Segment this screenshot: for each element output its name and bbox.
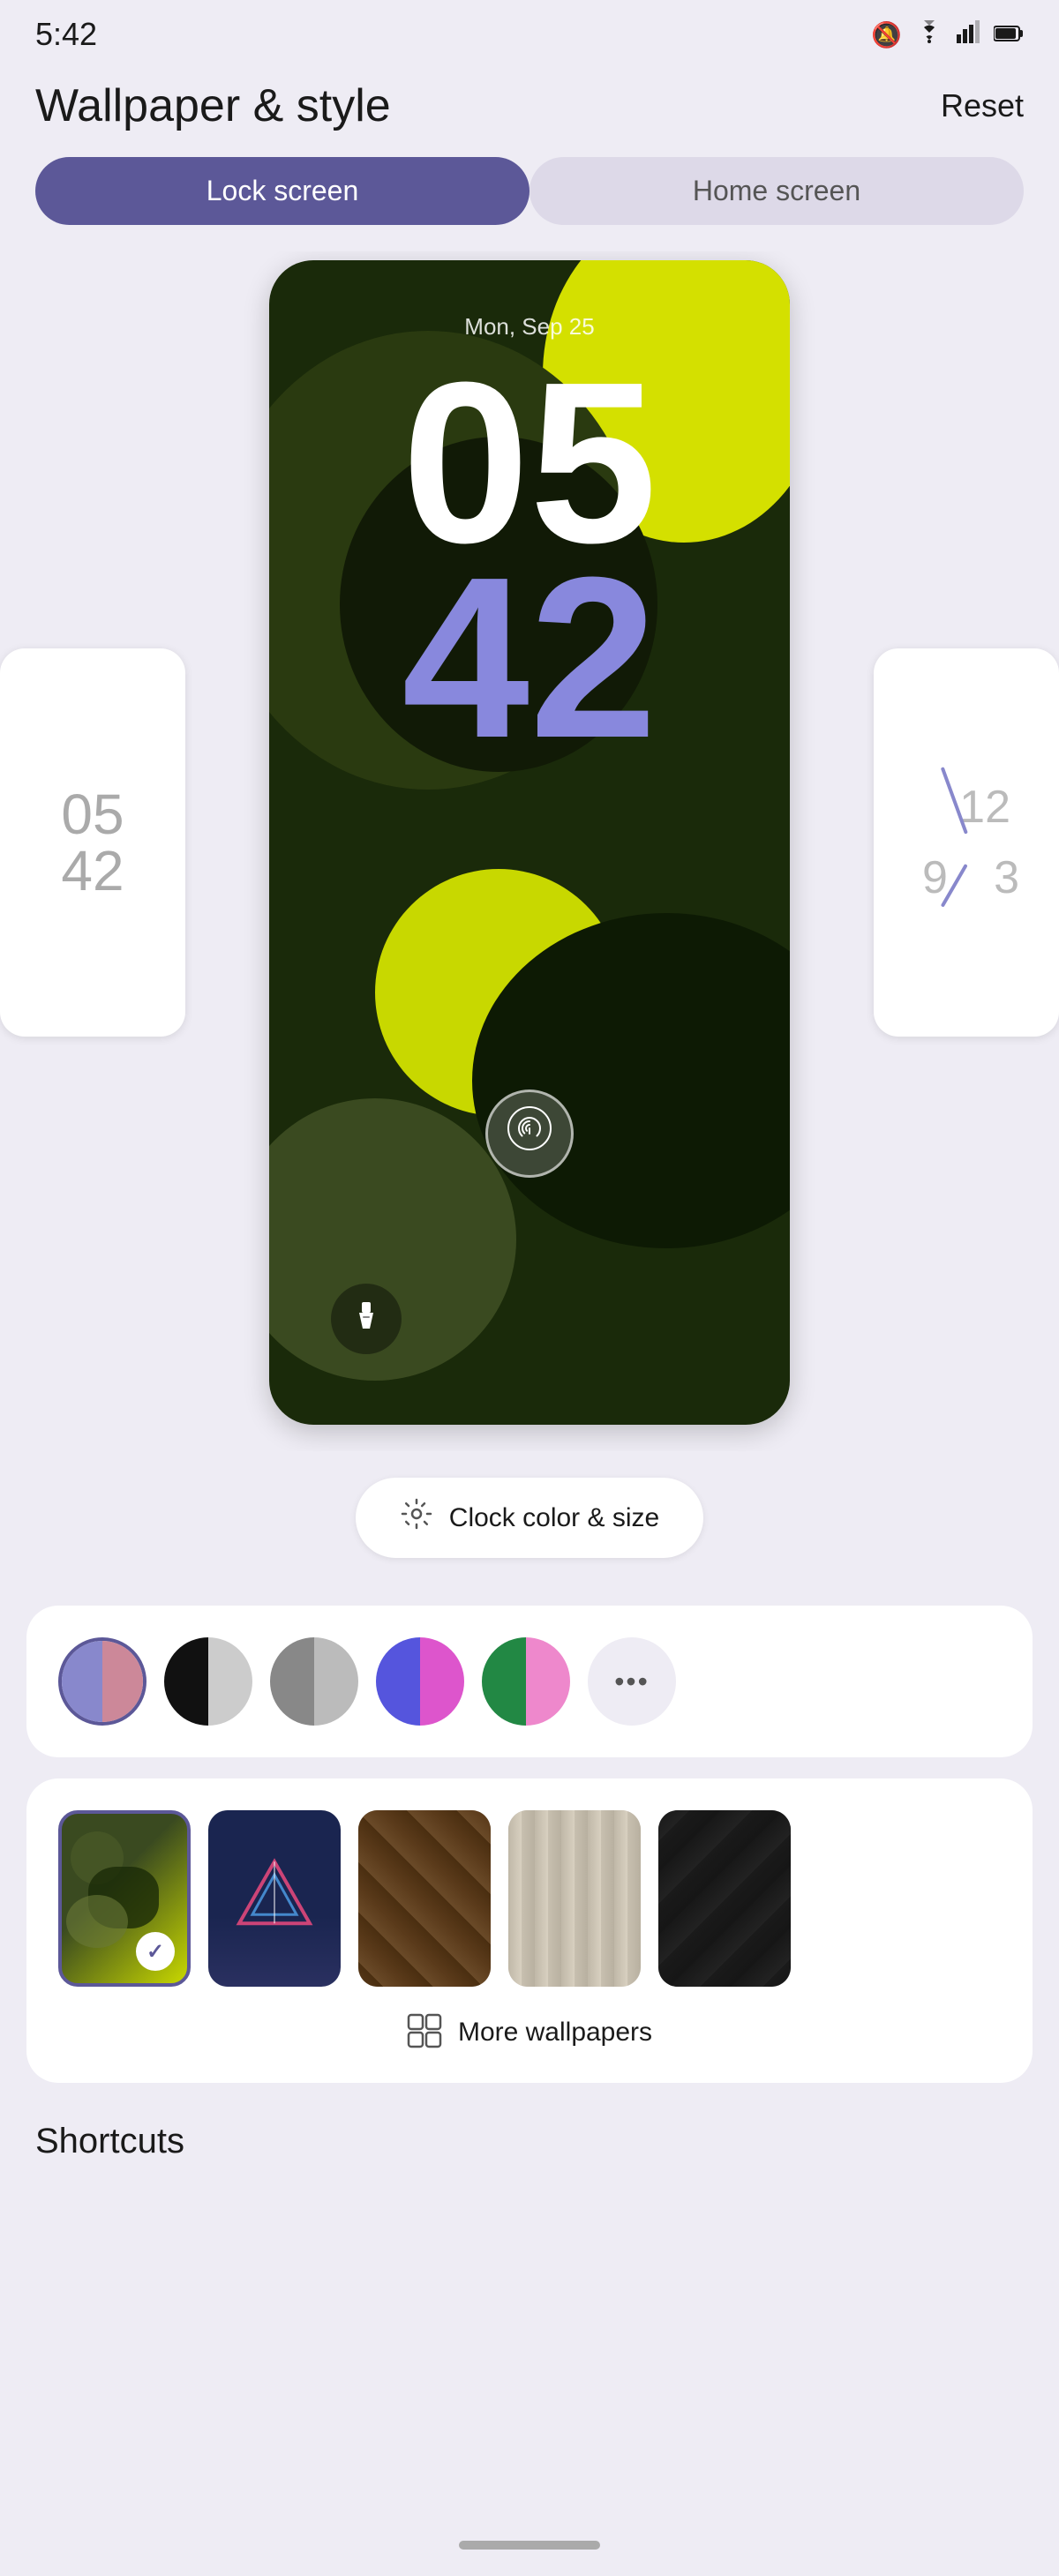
more-wallpapers-button[interactable]: More wallpapers: [58, 2013, 1001, 2051]
gear-icon: [400, 1497, 433, 1539]
side-preview-left[interactable]: 0542: [0, 648, 185, 1037]
fingerprint-button[interactable]: [485, 1090, 574, 1178]
wallpaper-thumbs-row: ✓: [58, 1810, 1001, 1987]
swatch-3-right: [314, 1637, 358, 1726]
wallpaper-thumb-1[interactable]: ✓: [58, 1810, 191, 1987]
wallpapers-section: ✓: [26, 1778, 1033, 2083]
left-preview-clock: 0542: [61, 786, 124, 899]
fingerprint-icon: [507, 1105, 552, 1163]
color-swatch-3[interactable]: [270, 1637, 358, 1726]
swatch-4-left: [376, 1637, 420, 1726]
wallpaper-thumb-2[interactable]: [208, 1810, 341, 1987]
page-title: Wallpaper & style: [35, 79, 391, 132]
wallpaper-carousel: 0542 Mon, Sep 25 05 42: [0, 251, 1059, 1451]
torch-button[interactable]: [331, 1284, 402, 1354]
tab-lock-screen[interactable]: Lock screen: [35, 157, 530, 225]
side-preview-right[interactable]: 12 9 3: [874, 648, 1059, 1037]
color-swatch-4[interactable]: [376, 1637, 464, 1726]
clock-color-btn-label: Clock color & size: [449, 1503, 659, 1533]
more-dots-icon: •••: [614, 1666, 650, 1698]
color-swatch-1[interactable]: [58, 1637, 146, 1726]
wifi-icon: [914, 20, 944, 49]
wallpaper-thumb-4[interactable]: [508, 1810, 641, 1987]
palette-row: •••: [58, 1637, 1001, 1726]
tab-bar: Lock screen Home screen: [35, 157, 1024, 225]
swatch-1-right: [102, 1641, 143, 1722]
swatch-5-left: [482, 1637, 526, 1726]
swatch-2-right: [208, 1637, 252, 1726]
swatch-3-left: [270, 1637, 314, 1726]
clock-color-size-button[interactable]: Clock color & size: [356, 1478, 703, 1558]
color-swatch-2[interactable]: [164, 1637, 252, 1726]
color-swatch-5[interactable]: [482, 1637, 570, 1726]
mute-icon: 🔕: [871, 20, 902, 49]
page-header: Wallpaper & style Reset: [0, 62, 1059, 157]
wallpaper-selected-check: ✓: [136, 1932, 175, 1971]
battery-icon: [994, 20, 1024, 49]
tab-home-screen[interactable]: Home screen: [530, 157, 1024, 225]
more-wallpapers-label: More wallpapers: [458, 2018, 652, 2048]
bottom-spacer: [0, 2170, 1059, 2523]
color-palette-section: •••: [26, 1606, 1033, 1757]
clock-min: 42: [269, 561, 790, 756]
status-icons: 🔕: [871, 20, 1024, 49]
nav-pill: [459, 2541, 600, 2550]
more-wallpapers-icon: [407, 2013, 442, 2051]
swatch-4-right: [420, 1637, 464, 1726]
wallpaper-thumb-3[interactable]: [358, 1810, 491, 1987]
signal-icon: [957, 20, 981, 49]
shortcuts-section-label: Shortcuts: [0, 2104, 1059, 2170]
swatch-1-left: [62, 1641, 102, 1722]
main-phone-preview[interactable]: Mon, Sep 25 05 42: [269, 260, 790, 1425]
bottom-nav: [0, 2523, 1059, 2576]
phone-lock-clock: 05 42: [269, 366, 790, 756]
wallpaper-thumb-5[interactable]: [658, 1810, 791, 1987]
clock-color-section: Clock color & size: [26, 1451, 1033, 1584]
status-time: 5:42: [35, 16, 97, 53]
reset-button[interactable]: Reset: [941, 87, 1024, 124]
more-colors-button[interactable]: •••: [588, 1637, 676, 1726]
torch-icon: [349, 1299, 383, 1340]
wallpaper-background: Mon, Sep 25 05 42: [269, 260, 790, 1425]
status-bar: 5:42 🔕: [0, 0, 1059, 62]
swatch-5-right: [526, 1637, 570, 1726]
swatch-2-left: [164, 1637, 208, 1726]
right-preview-clock: 12 9 3: [905, 754, 1028, 931]
